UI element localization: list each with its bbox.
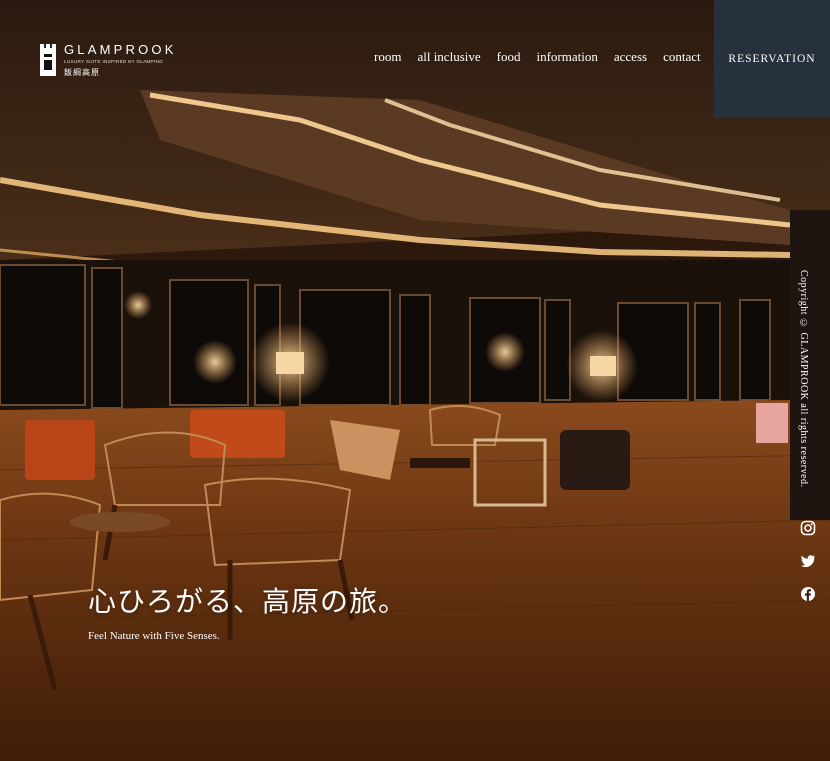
nav-food[interactable]: food bbox=[497, 49, 521, 65]
brand-name: GLAMPROOK bbox=[64, 42, 177, 57]
castle-icon bbox=[40, 44, 56, 76]
hero-subheadline: Feel Nature with Five Senses. bbox=[88, 630, 220, 642]
copyright-text: Copyright © GLAMPROOK all rights reserve… bbox=[798, 270, 809, 488]
nav-access[interactable]: access bbox=[614, 49, 647, 65]
nav-room[interactable]: room bbox=[374, 49, 401, 65]
site-header: GLAMPROOK LUXURY SUITE INSPIRED BY GLAMP… bbox=[0, 0, 830, 118]
facebook-icon[interactable] bbox=[800, 586, 816, 602]
nav-information[interactable]: information bbox=[536, 49, 597, 65]
copyright-vertical: Copyright © GLAMPROOK all rights reserve… bbox=[798, 270, 818, 492]
instagram-icon[interactable] bbox=[800, 520, 816, 536]
nav-all-inclusive[interactable]: all inclusive bbox=[417, 49, 480, 65]
site-logo[interactable]: GLAMPROOK LUXURY SUITE INSPIRED BY GLAMP… bbox=[40, 42, 200, 82]
brand-location: 飯綱高原 bbox=[64, 68, 100, 77]
twitter-icon[interactable] bbox=[800, 553, 816, 569]
brand-tagline: LUXURY SUITE INSPIRED BY GLAMPING bbox=[64, 59, 163, 64]
reservation-button[interactable]: RESERVATION bbox=[714, 0, 830, 118]
nav-contact[interactable]: contact bbox=[663, 49, 701, 65]
hero-headline: 心ひろがる、高原の旅。 bbox=[88, 585, 408, 618]
reservation-label: RESERVATION bbox=[728, 53, 816, 65]
main-nav: room all inclusive food information acce… bbox=[374, 49, 701, 65]
